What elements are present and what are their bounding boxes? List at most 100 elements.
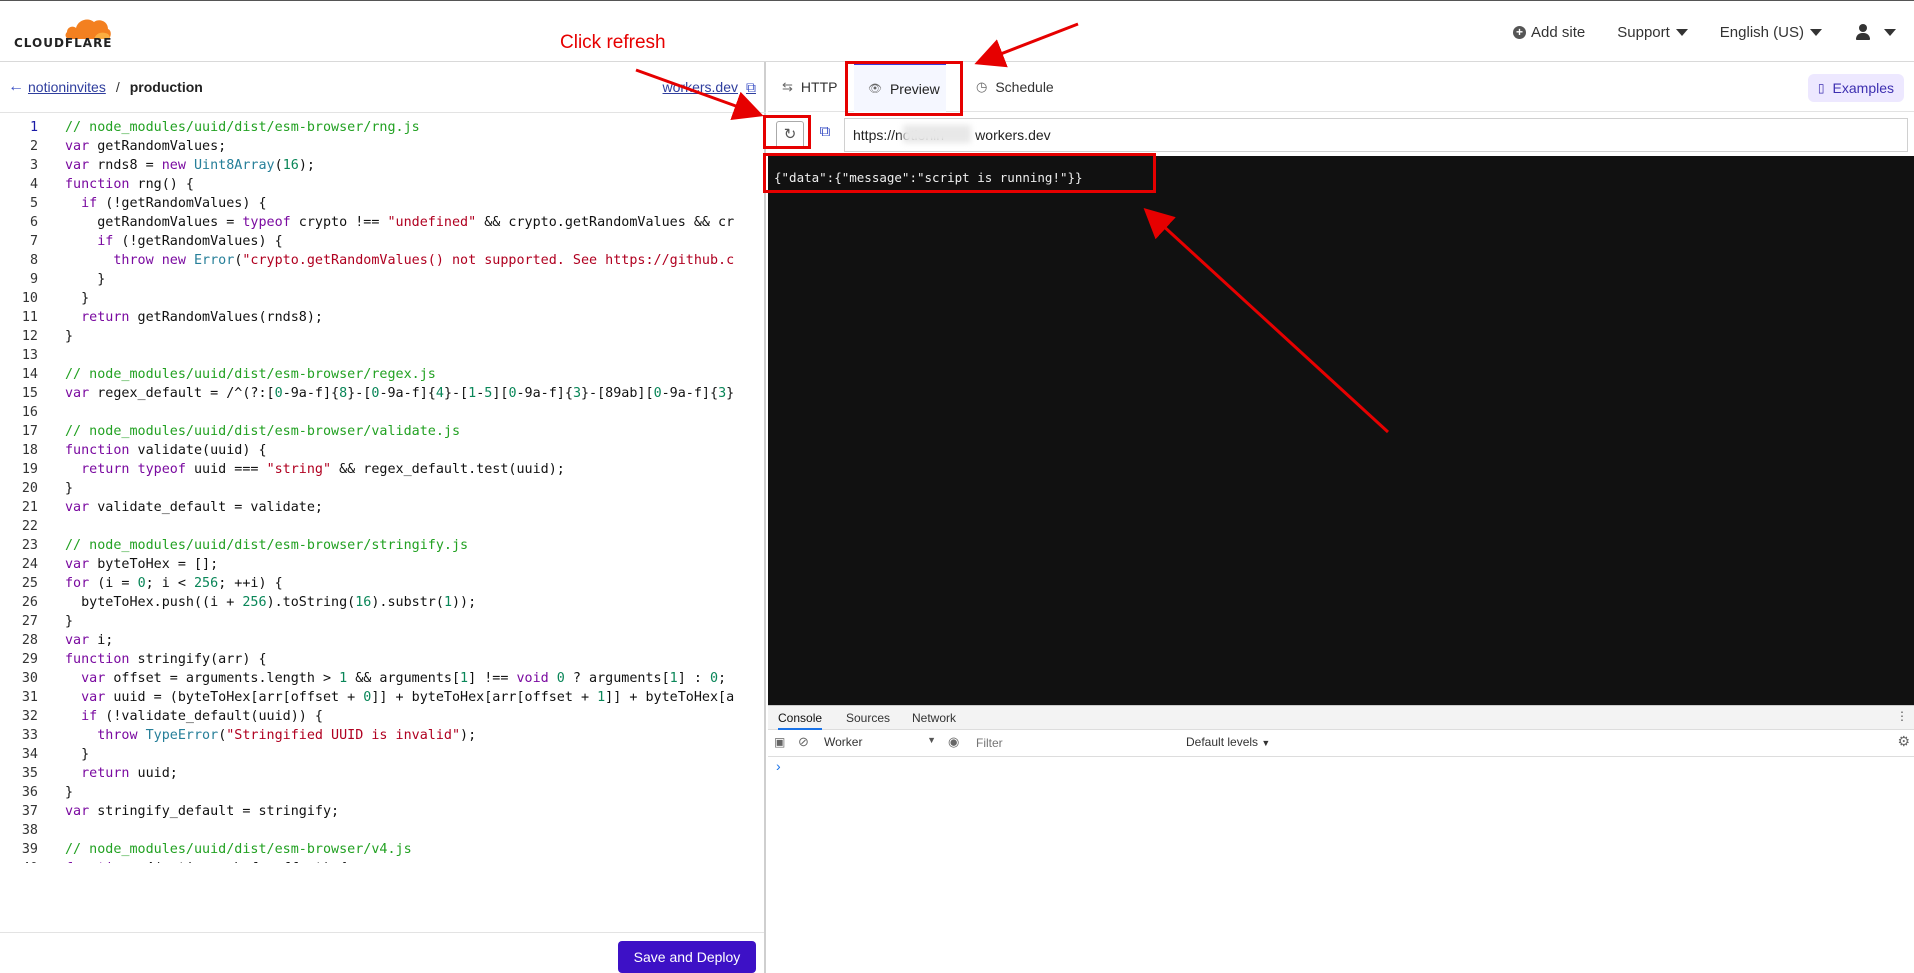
line-number: 3 xyxy=(29,158,38,173)
line-number: 30 xyxy=(21,671,38,686)
more-options-icon[interactable]: ⋮ xyxy=(1896,709,1908,723)
tab-preview[interactable]: 👁 Preview xyxy=(854,62,946,112)
add-site-button[interactable]: + Add site xyxy=(1513,24,1585,41)
code-text: byteToHex.push((i + 256).toString(16).su… xyxy=(65,595,477,610)
save-and-deploy-button[interactable]: Save and Deploy xyxy=(618,941,756,973)
open-external-icon[interactable]: ⧉ xyxy=(814,123,836,145)
cloudflare-logo[interactable]: CLOUDFLARE xyxy=(12,13,122,53)
examples-button[interactable]: ▯ Examples xyxy=(1807,74,1904,102)
line-number: 14 xyxy=(21,367,38,382)
code-line: 38 xyxy=(0,821,766,840)
tab-schedule[interactable]: ◷ Schedule xyxy=(976,62,1054,112)
redacted-url-part xyxy=(903,125,971,143)
preview-url-input[interactable] xyxy=(844,118,1908,152)
code-line: 5 if (!getRandomValues) { xyxy=(0,194,766,213)
context-select[interactable]: Worker ▼ xyxy=(824,735,936,749)
code-line: 17 // node_modules/uuid/dist/esm-browser/… xyxy=(0,422,766,441)
workers-dev-link[interactable]: workers.dev ⧉ xyxy=(663,79,756,96)
breadcrumb: ← notioninvites / production workers.dev… xyxy=(0,62,766,113)
code-text: throw new Error("crypto.getRandomValues(… xyxy=(113,253,735,268)
tab-network[interactable]: Network xyxy=(912,706,956,730)
code-line: 23 // node_modules/uuid/dist/esm-browser/… xyxy=(0,536,766,555)
sidebar-toggle-icon[interactable]: ▣ xyxy=(774,735,785,749)
language-label: English (US) xyxy=(1719,23,1804,41)
breadcrumb-separator: / xyxy=(115,79,120,95)
code-line: 32 if (!validate_default(uuid)) { xyxy=(0,707,766,726)
gear-icon[interactable]: ⚙ xyxy=(1897,733,1910,750)
console-filter-input[interactable] xyxy=(972,733,1180,753)
code-line: 18 function validate(uuid) { xyxy=(0,441,766,460)
add-site-label: Add site xyxy=(1531,23,1586,41)
line-number: 29 xyxy=(21,652,38,667)
code-line: 40 function v4(options, buf, offset) { xyxy=(0,859,766,863)
code-line: 4 function rng() { xyxy=(0,175,766,194)
language-dropdown[interactable]: English (US) xyxy=(1720,24,1822,41)
code-line: 9 } xyxy=(0,270,766,289)
code-text: // node_modules/uuid/dist/esm-browser/v4… xyxy=(65,842,412,857)
line-number: 39 xyxy=(21,842,38,857)
line-number: 26 xyxy=(21,595,38,610)
code-line: 8 throw new Error("crypto.getRandomValue… xyxy=(0,251,766,270)
code-text: for (i = 0; i < 256; ++i) { xyxy=(65,576,283,591)
code-line: 29 function stringify(arr) { xyxy=(0,650,766,669)
line-number: 19 xyxy=(21,462,38,477)
code-text: function stringify(arr) { xyxy=(65,652,267,667)
line-number: 15 xyxy=(21,386,38,401)
clear-console-icon[interactable]: ⊘ xyxy=(798,734,809,750)
line-number: 20 xyxy=(21,481,38,496)
code-text: return uuid; xyxy=(81,766,178,781)
console-prompt[interactable]: › xyxy=(776,758,781,774)
tab-sources[interactable]: Sources xyxy=(846,706,890,730)
eye-icon[interactable]: ◉ xyxy=(948,734,959,750)
eye-icon: 👁 xyxy=(868,83,882,95)
tab-console[interactable]: Console xyxy=(778,706,823,730)
code-text: if (!getRandomValues) { xyxy=(97,234,283,249)
code-editor[interactable]: 1 // node_modules/uuid/dist/esm-browser/r… xyxy=(0,118,766,863)
code-text: var byteToHex = []; xyxy=(65,557,219,572)
line-number: 31 xyxy=(21,690,38,705)
code-line: 33 throw TypeError("Stringified UUID is … xyxy=(0,726,766,745)
code-text: var uuid = (byteToHex[arr[offset + 0]] +… xyxy=(81,690,735,705)
devtools-tabs: Console Sources Network ⋮ xyxy=(768,706,1914,730)
code-line: 2 var getRandomValues; xyxy=(0,137,766,156)
line-number: 23 xyxy=(21,538,38,553)
code-text: var i; xyxy=(65,633,114,648)
code-text: // node_modules/uuid/dist/esm-browser/re… xyxy=(65,367,436,382)
account-menu[interactable] xyxy=(1854,23,1896,41)
code-text: if (!getRandomValues) { xyxy=(81,196,267,211)
tab-preview-label: Preview xyxy=(889,80,940,97)
code-line: 15 var regex_default = /^(?:[0-9a-f]{8}-[… xyxy=(0,384,766,403)
support-dropdown[interactable]: Support xyxy=(1617,24,1688,41)
line-number: 36 xyxy=(21,785,38,800)
chevron-down-icon xyxy=(1884,28,1896,36)
log-levels-dropdown[interactable]: Default levels ▼ xyxy=(1186,735,1270,749)
line-number: 4 xyxy=(29,177,38,192)
line-number: 2 xyxy=(29,139,38,154)
tab-http[interactable]: ⇆ HTTP xyxy=(782,62,837,112)
code-text: var regex_default = /^(?:[0-9a-f]{8}-[0-… xyxy=(65,386,735,401)
code-line: 28 var i; xyxy=(0,631,766,650)
code-line: 24 var byteToHex = []; xyxy=(0,555,766,574)
preview-output-area: {"data":{"message":"script is running!"}… xyxy=(768,156,1914,705)
code-text: function rng() { xyxy=(65,177,194,192)
line-number: 28 xyxy=(21,633,38,648)
code-line: 16 xyxy=(0,403,766,422)
user-icon xyxy=(1854,23,1872,41)
line-number: 1 xyxy=(29,120,38,135)
code-line: 1 // node_modules/uuid/dist/esm-browser/r… xyxy=(0,118,766,137)
refresh-button[interactable]: ↻ xyxy=(776,121,804,149)
devtools-panel: Console Sources Network ⋮ ▣ ⊘ Worker ▼ ◉… xyxy=(768,705,1914,973)
line-number: 17 xyxy=(21,424,38,439)
code-text: return typeof uuid === "string" && regex… xyxy=(81,462,565,477)
line-number: 5 xyxy=(29,196,38,211)
code-line: 27} xyxy=(0,612,766,631)
breadcrumb-project-link[interactable]: notioninvites xyxy=(28,79,106,95)
back-arrow-icon[interactable]: ← xyxy=(8,78,24,96)
line-number: 40 xyxy=(0,859,38,863)
code-text: var getRandomValues; xyxy=(65,139,227,154)
line-number: 38 xyxy=(21,823,38,838)
code-line: 25 for (i = 0; i < 256; ++i) { xyxy=(0,574,766,593)
line-number: 27 xyxy=(21,614,38,629)
editor-pane: ← notioninvites / production workers.dev… xyxy=(0,62,766,973)
line-number: 9 xyxy=(29,272,38,287)
